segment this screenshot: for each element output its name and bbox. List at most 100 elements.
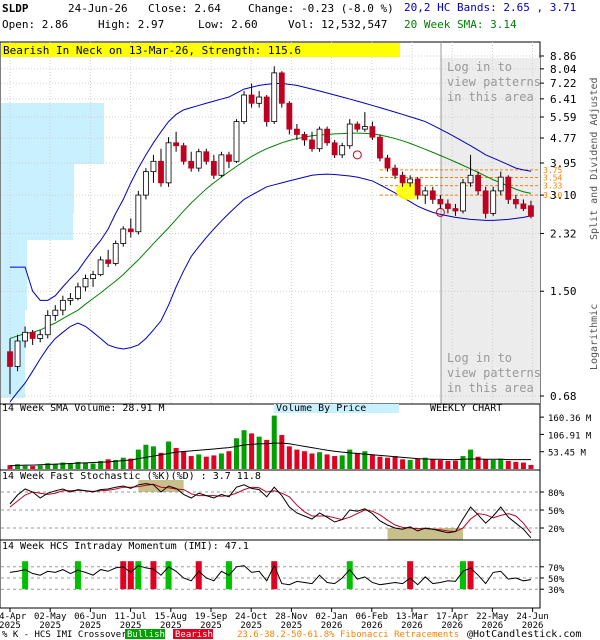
- imi-tick-label: 70%: [548, 564, 565, 574]
- volume-sma-label: 14 Week SMA Volume: 28.91 M: [2, 403, 165, 414]
- close: Close: 2.64: [148, 2, 221, 15]
- pattern-banner: Bearish In Neck on 13-Mar-26, Strength: …: [3, 44, 301, 57]
- candle-body: [233, 121, 240, 162]
- candle-body: [150, 160, 157, 173]
- candle-body: [180, 145, 187, 162]
- price-tick-label: 5.59: [550, 111, 577, 124]
- symbol: SLDP: [2, 2, 29, 15]
- volume-bar: [120, 457, 126, 469]
- volume-bar: [498, 458, 504, 469]
- login-line: in this area: [447, 381, 534, 395]
- stock-chart: SLDP 24-Jun-26 Close: 2.64 Change: -0.23…: [0, 0, 600, 640]
- volume-bar: [490, 459, 496, 469]
- candle-body: [14, 340, 21, 367]
- volume-bar: [520, 462, 526, 469]
- candle-body: [241, 94, 247, 122]
- stoch-zone: [387, 528, 463, 540]
- candle-body: [195, 151, 202, 169]
- login-line: Log in to: [447, 60, 512, 74]
- copyright: @HotCandlestick.com: [467, 629, 581, 640]
- candle-body: [346, 123, 353, 147]
- volume-bar: [271, 415, 277, 469]
- volume-bar: [354, 452, 360, 469]
- candle-body: [97, 259, 104, 276]
- imi-tick-label: 50%: [548, 575, 565, 585]
- candle-body: [361, 126, 368, 130]
- volume-bar: [339, 455, 345, 469]
- candle-body: [82, 278, 89, 288]
- imi-bearish-bar: [407, 561, 414, 590]
- volume-bar: [105, 459, 111, 469]
- volume-bar: [317, 452, 323, 469]
- open: Open: 2.86: [2, 18, 68, 31]
- volume-bar: [196, 454, 202, 469]
- candle-body: [490, 190, 497, 214]
- imi-bullish-bar: [346, 561, 353, 590]
- volume-bar: [392, 456, 398, 469]
- volume-bar: [505, 460, 511, 469]
- candle-body: [497, 176, 504, 192]
- volume-bar: [256, 436, 262, 469]
- volume-bar: [150, 446, 156, 469]
- volume-bar: [377, 456, 383, 469]
- candle-body: [120, 228, 127, 244]
- volume-bar: [324, 454, 330, 469]
- volume-bar: [513, 461, 519, 469]
- price-tick-label: 3.95: [550, 157, 577, 170]
- imi-axis: 70%50%30%: [540, 564, 565, 596]
- legend-k: % K - HCS IMI Crossover,: [2, 630, 132, 640]
- volume-bar: [369, 454, 375, 469]
- imi-bullish-bar: [460, 561, 466, 590]
- weekly-chart-label: WEEKLY CHART: [430, 403, 502, 414]
- login-line: view patterns: [447, 75, 541, 89]
- volume-bar: [203, 456, 209, 469]
- imi-bearish-bar: [467, 561, 474, 590]
- volume-bar: [309, 453, 315, 469]
- price-tick-label: 0.68: [550, 390, 577, 403]
- candle-body: [203, 151, 210, 162]
- volume-bar: [90, 463, 96, 469]
- volume-bar: [166, 441, 172, 469]
- volume-bar: [407, 459, 413, 469]
- candle-body: [324, 128, 331, 144]
- volume-bar: [234, 438, 239, 469]
- candle-body: [475, 174, 482, 192]
- imi-label: 14 Week HCS Intraday Momentum (IMI): 47.…: [2, 541, 249, 552]
- bullish-label: Bullish: [127, 630, 165, 640]
- imi-bullish-bar: [165, 561, 172, 590]
- bands-label: 20,2 HC Bands: 2.65 , 3.71: [404, 1, 576, 14]
- fib-legend: 23.6-38.2-50-61.8% Fibonacci Retracement…: [237, 630, 459, 640]
- candle-body: [248, 94, 255, 104]
- volume-bar: [218, 453, 224, 469]
- imi-tick-label: 30%: [548, 586, 565, 596]
- candle-body: [142, 171, 149, 196]
- volume-bar: [211, 455, 217, 469]
- date: 24-Jun-26: [68, 2, 128, 15]
- imi-bullish-bar: [74, 561, 81, 590]
- chart-canvas: SLDP 24-Jun-26 Close: 2.64 Change: -0.23…: [0, 1, 600, 640]
- imi-bearish-bar: [150, 561, 157, 590]
- price-tick-label: 3.10: [550, 189, 577, 202]
- candle-body: [437, 199, 444, 205]
- candle-body: [135, 194, 142, 233]
- date-axis: 04-Apr202502-May202506-Jun202511-Jul2025…: [0, 608, 549, 631]
- candle-body: [256, 96, 263, 104]
- candle-body: [271, 72, 278, 122]
- login-line: Log in to: [447, 351, 512, 365]
- volume-bar: [22, 465, 28, 469]
- volume-by-price-label: Volume By Price: [276, 403, 366, 414]
- candle-body: [467, 174, 474, 184]
- volume-bar: [52, 464, 58, 469]
- vbp-bar: [1, 310, 25, 398]
- candle-body: [67, 298, 74, 301]
- volume-tick-label: 53.45 M: [548, 449, 587, 459]
- candle-body: [75, 286, 81, 299]
- candle-body: [210, 160, 217, 176]
- candle-body: [165, 142, 172, 184]
- volume-bar: [181, 451, 187, 469]
- volume-bar: [173, 447, 179, 469]
- candle-body: [482, 190, 489, 214]
- candle-body: [399, 174, 406, 184]
- volume-bar: [241, 430, 247, 469]
- high: High: 2.97: [98, 18, 164, 31]
